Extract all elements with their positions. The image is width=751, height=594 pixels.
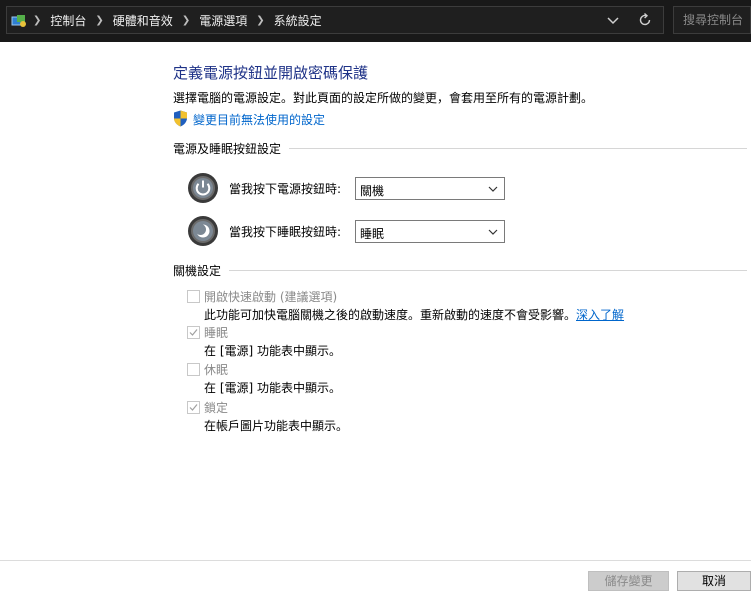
page-title: 定義電源按鈕並開啟密碼保護 — [173, 64, 369, 82]
sleep-button-action-select[interactable]: 睡眠 — [355, 220, 505, 243]
breadcrumb-control-panel[interactable]: 控制台 — [50, 12, 86, 29]
chevron-right-icon[interactable]: ❯ — [95, 15, 103, 26]
sleep-moon-icon — [188, 216, 218, 246]
power-buttons-section-header: 電源及睡眠按鈕設定 — [173, 140, 747, 156]
section-heading: 關機設定 — [173, 263, 222, 278]
sleep-checkbox[interactable] — [187, 326, 200, 339]
chevron-right-icon[interactable]: ❯ — [182, 15, 190, 26]
chevron-right-icon[interactable]: ❯ — [33, 15, 41, 26]
checkmark-icon — [189, 404, 198, 411]
power-button-label: 當我按下電源按鈕時: — [229, 182, 342, 196]
change-unavailable-settings-link[interactable]: 變更目前無法使用的設定 — [193, 111, 325, 128]
fast-startup-checkbox[interactable] — [187, 290, 200, 303]
sleep-label: 睡眠 — [204, 326, 229, 340]
power-button-action-value: 關機 — [360, 184, 385, 198]
fast-startup-label: 開啟快速啟動 (建議選項) — [204, 290, 338, 304]
address-bar: ❯ 控制台 ❯ 硬體和音效 ❯ 電源選項 ❯ 系統設定 搜尋控制台 — [0, 0, 751, 42]
sleep-description: 在 [電源] 功能表中顯示。 — [204, 344, 341, 358]
control-panel-icon — [11, 15, 26, 27]
divider — [229, 269, 747, 271]
hibernate-checkbox[interactable] — [187, 363, 200, 376]
fast-startup-description: 此功能可加快電腦關機之後的啟動速度。重新啟動的速度不會受影響。深入了解 — [204, 306, 624, 323]
power-button-action-select[interactable]: 關機 — [355, 177, 505, 200]
breadcrumb-system-settings[interactable]: 系統設定 — [274, 12, 322, 29]
save-changes-button[interactable]: 儲存變更 — [588, 571, 669, 591]
sleep-button-action-value: 睡眠 — [360, 227, 385, 241]
chevron-down-icon[interactable] — [605, 12, 621, 28]
hibernate-description: 在 [電源] 功能表中顯示。 — [204, 381, 341, 395]
refresh-icon[interactable] — [637, 12, 653, 28]
page-description: 選擇電腦的電源設定。對此頁面的設定所做的變更，會套用至所有的電源計劃。 — [173, 91, 594, 105]
section-heading: 電源及睡眠按鈕設定 — [173, 141, 282, 156]
breadcrumb: ❯ 控制台 ❯ 硬體和音效 ❯ 電源選項 ❯ 系統設定 — [31, 7, 322, 33]
fast-startup-description-text: 此功能可加快電腦關機之後的啟動速度。重新啟動的速度不會受影響。 — [204, 308, 577, 322]
learn-more-link[interactable]: 深入了解 — [576, 308, 624, 322]
breadcrumb-hardware-sound[interactable]: 硬體和音效 — [113, 12, 173, 29]
checkmark-icon — [189, 329, 198, 336]
power-icon — [188, 173, 218, 203]
sleep-button-row: 當我按下睡眠按鈕時: 睡眠 — [187, 215, 517, 247]
lock-label: 鎖定 — [204, 401, 229, 415]
cancel-button[interactable]: 取消 — [677, 571, 751, 591]
uac-shield-icon — [174, 110, 187, 127]
power-button-row: 當我按下電源按鈕時: 關機 — [187, 172, 517, 204]
chevron-down-icon — [488, 186, 498, 192]
breadcrumb-power-options[interactable]: 電源選項 — [199, 12, 247, 29]
hibernate-label: 休眠 — [204, 363, 229, 377]
chevron-right-icon[interactable]: ❯ — [256, 15, 264, 26]
shutdown-settings-section-header: 關機設定 — [173, 262, 747, 278]
footer-divider — [0, 560, 751, 561]
chevron-down-icon — [488, 229, 498, 235]
sleep-button-label: 當我按下睡眠按鈕時: — [229, 225, 342, 239]
lock-description: 在帳戶圖片功能表中顯示。 — [204, 419, 349, 433]
breadcrumb-bar[interactable]: ❯ 控制台 ❯ 硬體和音效 ❯ 電源選項 ❯ 系統設定 — [6, 6, 664, 34]
search-input[interactable]: 搜尋控制台 — [673, 6, 751, 34]
lock-checkbox[interactable] — [187, 401, 200, 414]
divider — [289, 147, 747, 149]
